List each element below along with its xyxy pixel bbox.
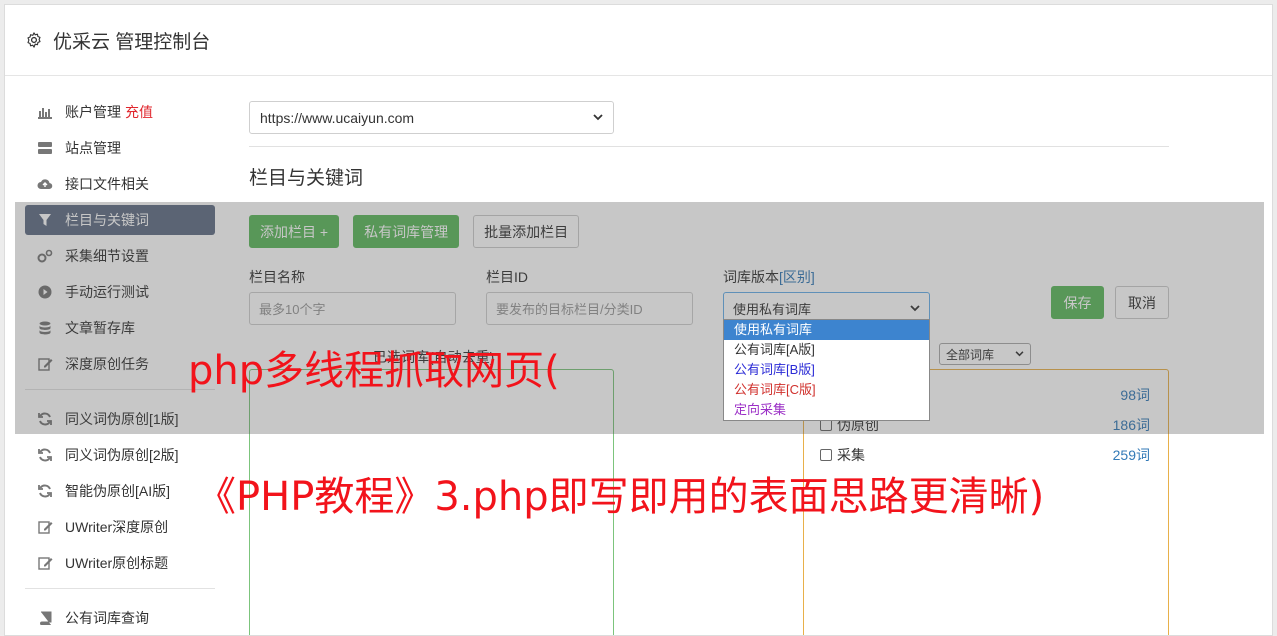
server-icon [37,140,53,156]
lib-version-label: 词库版本 [723,269,779,285]
sidebar-item-article-store[interactable]: 文章暂存库 [25,313,215,343]
sidebar-item-label: 栏目与关键词 [65,212,149,228]
sidebar-item-label: 公有词库查询 [65,610,149,626]
sidebar-item-label: 深度原创任务 [65,356,149,372]
gear-icon [27,32,41,48]
app-frame: 优采云 管理控制台 账户管理 充值 站点管理 接口文件相关 栏目与关键词 采集细… [4,4,1273,636]
lib-version-label-row: 词库版本[区别] [723,267,930,287]
sidebar-item-uwriter-title[interactable]: UWriter原创标题 [25,548,215,578]
sidebar-item-label: 账户管理 [65,104,121,120]
lib-count: 186词 [1112,417,1150,433]
dropdown-option[interactable]: 公有词库[A版] [724,340,929,360]
refresh-icon [37,447,53,463]
difference-link[interactable]: [区别] [779,269,815,285]
sidebar-divider [25,588,215,589]
checkbox[interactable] [820,449,832,461]
site-select-value: https://www.ucaiyun.com [260,109,415,126]
sidebar-item-public-lib[interactable]: 公有词库查询 [25,603,215,633]
sidebar-item-label: 智能伪原创[AI版] [65,483,171,499]
sidebar-item-label: 文章暂存库 [65,320,135,336]
column-id-input[interactable]: 要发布的目标栏目/分类ID [486,292,693,325]
selected-lib-pane[interactable] [249,369,614,635]
cloud-upload-icon [37,176,53,192]
edit-icon [37,555,53,571]
sidebar-item-collect-settings[interactable]: 采集细节设置 [25,241,215,271]
sidebar-item-label: 同义词伪原创[1版] [65,411,179,427]
lib-filter-value: 全部词库 [946,347,995,362]
chevron-down-icon [593,114,603,121]
sidebar-item-manual-run[interactable]: 手动运行测试 [25,277,215,307]
sidebar-item-interface[interactable]: 接口文件相关 [25,169,215,199]
sidebar-item-sites[interactable]: 站点管理 [25,133,215,163]
chevron-down-icon [1015,351,1024,357]
column-name-field: 栏目名称 最多10个字 [249,267,456,325]
bar-chart-icon [37,104,53,120]
sidebar-item-label: 接口文件相关 [65,176,149,192]
sidebar-item-synonym-v1[interactable]: 同义词伪原创[1版] [25,404,215,434]
recharge-link[interactable]: 充值 [125,102,153,122]
column-id-label: 栏目ID [486,269,528,285]
sidebar-item-columns[interactable]: 栏目与关键词 [25,205,215,235]
private-lib-button[interactable]: 私有词库管理 [353,215,460,248]
column-name-input[interactable]: 最多10个字 [249,292,456,325]
sidebar-divider [25,389,215,390]
sidebar-item-label: UWriter原创标题 [65,555,169,571]
sidebar-item-label: 站点管理 [65,140,121,156]
page-header: 优采云 管理控制台 [5,5,1272,76]
sidebar-item-label: 手动运行测试 [65,284,149,300]
save-button[interactable]: 保存 [1051,286,1104,319]
action-buttons: 添加栏目 + 私有词库管理 批量添加栏目 [249,215,580,248]
sidebar-item-label: UWriter深度原创 [65,519,169,535]
dropdown-option[interactable]: 公有词库[C版] [724,380,929,400]
lib-filter-select[interactable]: 全部词库 [939,343,1031,365]
book-icon [37,610,53,626]
sidebar-item-label: 采集细节设置 [65,248,149,264]
page-title: 优采云 管理控制台 [53,31,211,53]
main-content: https://www.ucaiyun.com 栏目与关键词 添加栏目 + 私有… [249,101,1169,635]
sidebar-item-account[interactable]: 账户管理 充值 [25,97,215,127]
column-id-field: 栏目ID 要发布的目标栏目/分类ID [486,267,693,325]
add-column-button[interactable]: 添加栏目 + [249,215,340,248]
lib-checkbox-label: 采集 [820,445,865,465]
site-select[interactable]: https://www.ucaiyun.com [249,101,614,134]
lib-count: 98词 [1120,387,1150,403]
cancel-button[interactable]: 取消 [1115,286,1169,319]
dropdown-option[interactable]: 使用私有词库 [724,320,929,340]
sidebar-item-label: 同义词伪原创[2版] [65,447,179,463]
batch-add-button[interactable]: 批量添加栏目 [473,215,580,248]
sidebar-item-deep-original[interactable]: 深度原创任务 [25,349,215,379]
sidebar-item-uwriter-deep[interactable]: UWriter深度原创 [25,512,215,542]
lib-count: 259词 [1112,447,1150,463]
sidebar-item-ai-rewrite[interactable]: 智能伪原创[AI版] [25,476,215,506]
edit-icon [37,519,53,535]
list-item[interactable]: 采集 259词 [820,444,1150,466]
refresh-icon [37,483,53,499]
dropdown-option[interactable]: 公有词库[B版] [724,360,929,380]
gears-icon [37,248,53,264]
play-circle-icon [37,284,53,300]
edit-icon [37,356,53,372]
database-icon [37,320,53,336]
filter-icon [37,212,53,228]
lib-name: 采集 [837,447,865,463]
divider [249,146,1169,147]
sidebar: 账户管理 充值 站点管理 接口文件相关 栏目与关键词 采集细节设置 手动运行测试… [25,97,215,635]
lib-version-field: 词库版本[区别] 使用私有词库 [723,267,930,325]
lib-version-dropdown: 使用私有词库 公有词库[A版] 公有词库[B版] 公有词库[C版] 定向采集 [723,319,930,421]
refresh-icon [37,411,53,427]
chevron-down-icon [910,305,920,312]
lib-version-value: 使用私有词库 [733,302,812,317]
selected-lib-label: 已选词库(自动去重) [373,349,495,365]
section-title: 栏目与关键词 [249,168,364,189]
dropdown-option[interactable]: 定向采集 [724,400,929,420]
column-name-label: 栏目名称 [249,269,305,285]
sidebar-item-synonym-v2[interactable]: 同义词伪原创[2版] [25,440,215,470]
